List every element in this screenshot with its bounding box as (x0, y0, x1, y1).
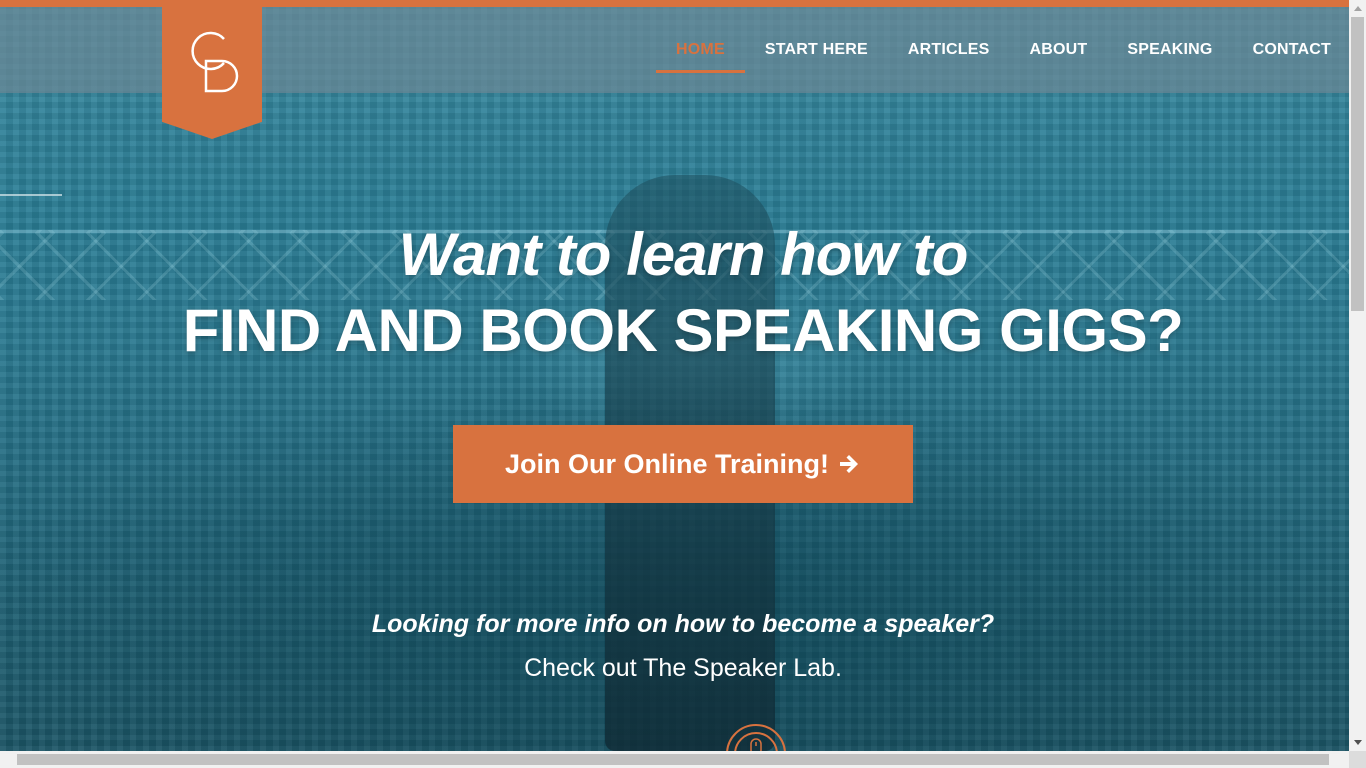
horizontal-scrollbar[interactable] (0, 751, 1349, 768)
speaker-lab-link[interactable]: Check out The Speaker Lab. (0, 654, 1349, 683)
decorative-line (0, 194, 62, 196)
horizontal-scroll-thumb[interactable] (17, 754, 1329, 765)
arrow-right-icon (840, 455, 858, 473)
nav-start-here[interactable]: START HERE (745, 7, 888, 73)
cb-monogram-icon (191, 31, 239, 93)
top-accent-bar (0, 0, 1349, 7)
main-nav: HOME START HERE ARTICLES ABOUT SPEAKING … (656, 7, 1349, 93)
vertical-scrollbar[interactable] (1349, 0, 1366, 751)
nav-articles[interactable]: ARTICLES (888, 7, 1010, 73)
page: HOME START HERE ARTICLES ABOUT SPEAKING … (0, 0, 1349, 751)
nav-speaking[interactable]: SPEAKING (1107, 7, 1232, 73)
scroll-up-arrow-icon[interactable] (1349, 0, 1366, 17)
vertical-scroll-thumb[interactable] (1351, 17, 1364, 311)
nav-contact[interactable]: CONTACT (1233, 7, 1349, 73)
scrollbar-corner (1349, 751, 1366, 768)
more-info-question: Looking for more info on how to become a… (371, 610, 995, 638)
site-logo[interactable] (162, 7, 262, 139)
join-training-button[interactable]: Join Our Online Training! (453, 425, 913, 503)
scroll-down-inner-ring (734, 732, 778, 751)
hero-headline-line1: Want to learn how to (398, 221, 969, 288)
hero-headline-line2: FIND AND BOOK SPEAKING GIGS? (182, 297, 1184, 364)
nav-home[interactable]: HOME (656, 7, 745, 73)
cta-label: Join Our Online Training! (504, 448, 829, 479)
nav-about[interactable]: ABOUT (1010, 7, 1108, 73)
scroll-down-arrow-icon[interactable] (1349, 734, 1366, 751)
